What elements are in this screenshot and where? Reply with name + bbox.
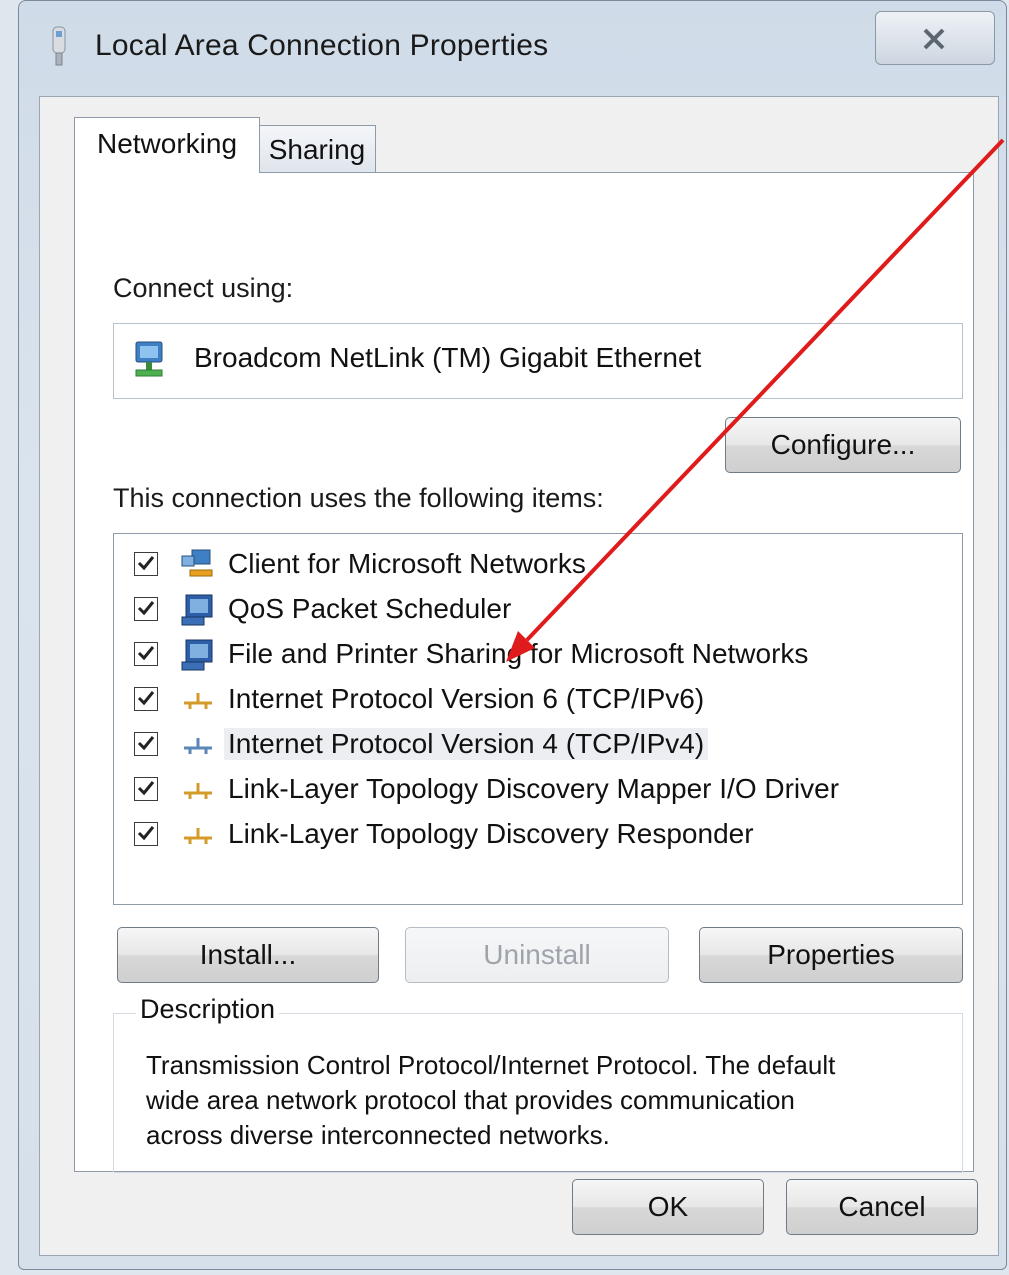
- list-item-lltd-mapper[interactable]: Link-Layer Topology Discovery Mapper I/O…: [114, 769, 954, 811]
- protocol-icon: [184, 693, 212, 709]
- protocol-icon: [184, 828, 212, 844]
- checkmark-icon: [137, 601, 155, 616]
- description-text: Transmission Control Protocol/Internet P…: [146, 1048, 926, 1153]
- adapter-name: Broadcom NetLink (TM) Gigabit Ethernet: [194, 342, 702, 373]
- checkmark-icon: [137, 781, 155, 796]
- checkmark-icon: [137, 691, 155, 706]
- connect-using-label: Connect using:: [113, 273, 294, 303]
- item-label: Internet Protocol Version 6 (TCP/IPv6): [228, 683, 705, 714]
- list-item-qos[interactable]: QoS Packet Scheduler: [114, 589, 954, 631]
- item-checkbox[interactable]: [134, 822, 158, 846]
- description-line: across diverse interconnected networks.: [146, 1120, 610, 1150]
- item-label: File and Printer Sharing for Microsoft N…: [228, 638, 809, 669]
- network-connection-icon: [52, 26, 66, 66]
- item-checkbox[interactable]: [134, 732, 158, 756]
- description-line: Transmission Control Protocol/Internet P…: [146, 1050, 836, 1080]
- close-button[interactable]: [875, 11, 995, 65]
- close-icon: [923, 28, 945, 50]
- item-label: Link-Layer Topology Discovery Responder: [228, 818, 754, 849]
- item-label: Link-Layer Topology Discovery Mapper I/O…: [228, 773, 840, 804]
- cancel-button[interactable]: Cancel: [786, 1179, 978, 1235]
- item-checkbox[interactable]: [134, 597, 158, 621]
- item-checkbox[interactable]: [134, 642, 158, 666]
- network-adapter-icon: [135, 341, 163, 377]
- checkmark-icon: [137, 826, 155, 841]
- network-service-icon: [181, 594, 213, 626]
- item-label: Client for Microsoft Networks: [228, 548, 586, 579]
- protocol-icon: [184, 738, 212, 754]
- description-legend: Description: [136, 994, 280, 1025]
- protocol-icon: [184, 783, 212, 799]
- window-title: Local Area Connection Properties: [95, 29, 549, 62]
- dialog-window: Local Area Connection Properties Network…: [18, 0, 1007, 1270]
- description-group: Description Transmission Control Protoco…: [113, 994, 963, 1173]
- network-service-icon: [181, 639, 213, 671]
- networking-panel: Connect using: Broadcom NetLink (TM) Gig…: [74, 172, 974, 1173]
- properties-button[interactable]: Properties: [699, 927, 963, 983]
- title-bar[interactable]: Local Area Connection Properties: [19, 1, 1006, 96]
- item-checkbox[interactable]: [134, 552, 158, 576]
- list-item-file-printer-sharing[interactable]: File and Printer Sharing for Microsoft N…: [114, 634, 954, 676]
- list-item-ipv4[interactable]: Internet Protocol Version 4 (TCP/IPv4): [114, 724, 954, 766]
- tab-networking[interactable]: Networking: [74, 117, 260, 173]
- item-checkbox[interactable]: [134, 687, 158, 711]
- checkmark-icon: [137, 736, 155, 751]
- adapter-field: Broadcom NetLink (TM) Gigabit Ethernet: [113, 323, 963, 399]
- description-line: wide area network protocol that provides…: [146, 1085, 795, 1115]
- configure-button[interactable]: Configure...: [725, 417, 961, 473]
- install-button[interactable]: Install...: [117, 927, 379, 983]
- list-item-client[interactable]: Client for Microsoft Networks: [114, 544, 954, 586]
- item-label: QoS Packet Scheduler: [228, 593, 512, 624]
- list-item-ipv6[interactable]: Internet Protocol Version 6 (TCP/IPv6): [114, 679, 954, 721]
- network-client-icon: [181, 549, 213, 577]
- ok-button[interactable]: OK: [572, 1179, 764, 1235]
- item-label: Internet Protocol Version 4 (TCP/IPv4): [224, 728, 709, 760]
- items-label: This connection uses the following items…: [113, 483, 604, 513]
- list-item-lltd-responder[interactable]: Link-Layer Topology Discovery Responder: [114, 814, 954, 856]
- tab-sharing[interactable]: Sharing: [258, 125, 376, 173]
- items-list[interactable]: Client for Microsoft Networks QoS Packet…: [113, 533, 963, 905]
- item-checkbox[interactable]: [134, 777, 158, 801]
- uninstall-button[interactable]: Uninstall: [405, 927, 669, 983]
- dialog-client-area: Networking Sharing Connect using: Broadc…: [39, 96, 999, 1256]
- checkmark-icon: [137, 556, 155, 571]
- checkmark-icon: [137, 646, 155, 661]
